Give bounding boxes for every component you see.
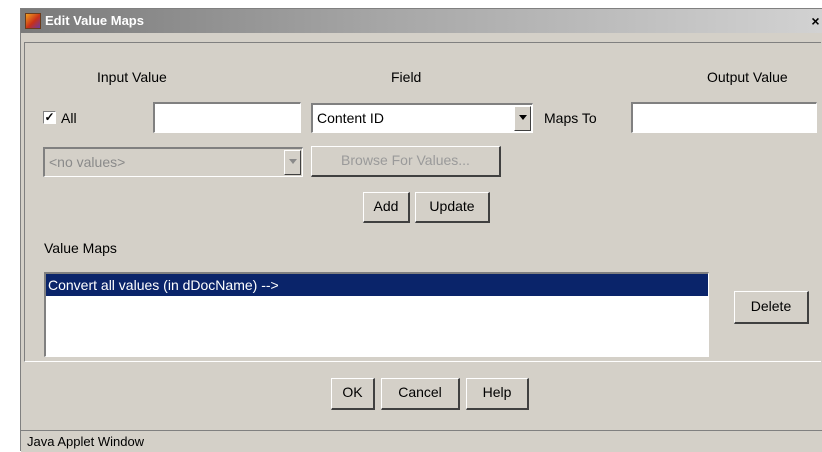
maps-to-label: Maps To <box>544 110 597 126</box>
input-value-field[interactable] <box>153 102 301 133</box>
app-icon <box>25 13 41 29</box>
input-values-combo-value: <no values> <box>49 154 126 170</box>
browse-for-values-button: Browse For Values... <box>311 146 501 177</box>
status-text: Java Applet Window <box>27 434 145 449</box>
list-item[interactable]: Convert all values (in dDocName) --> <box>46 274 708 296</box>
chevron-down-icon <box>284 150 301 175</box>
output-value-field[interactable] <box>631 102 817 133</box>
field-select[interactable]: Content ID <box>311 103 533 133</box>
cancel-button[interactable]: Cancel <box>381 378 460 410</box>
update-button[interactable]: Update <box>415 192 490 223</box>
add-button[interactable]: Add <box>363 192 410 223</box>
chevron-down-icon[interactable] <box>514 106 531 131</box>
output-value-header: Output Value <box>707 69 788 85</box>
window-title: Edit Value Maps <box>45 13 144 28</box>
field-select-value: Content ID <box>317 110 384 126</box>
ok-button[interactable]: OK <box>331 378 375 410</box>
help-button[interactable]: Help <box>466 378 529 410</box>
delete-button[interactable]: Delete <box>734 291 809 324</box>
value-maps-label: Value Maps <box>44 240 117 256</box>
title-bar[interactable]: Edit Value Maps × <box>21 9 822 33</box>
input-value-header: Input Value <box>97 69 167 85</box>
close-icon[interactable]: × <box>809 12 822 30</box>
all-checkbox[interactable]: ✓ <box>43 111 56 124</box>
input-values-combo: <no values> <box>43 147 303 177</box>
edit-value-maps-dialog: Edit Value Maps × Input Value Field Outp… <box>20 8 822 452</box>
all-checkbox-label: All <box>61 110 77 126</box>
value-maps-list[interactable]: Convert all values (in dDocName) --> <box>44 272 709 357</box>
status-bar: Java Applet Window <box>21 430 822 452</box>
field-header: Field <box>391 69 422 85</box>
